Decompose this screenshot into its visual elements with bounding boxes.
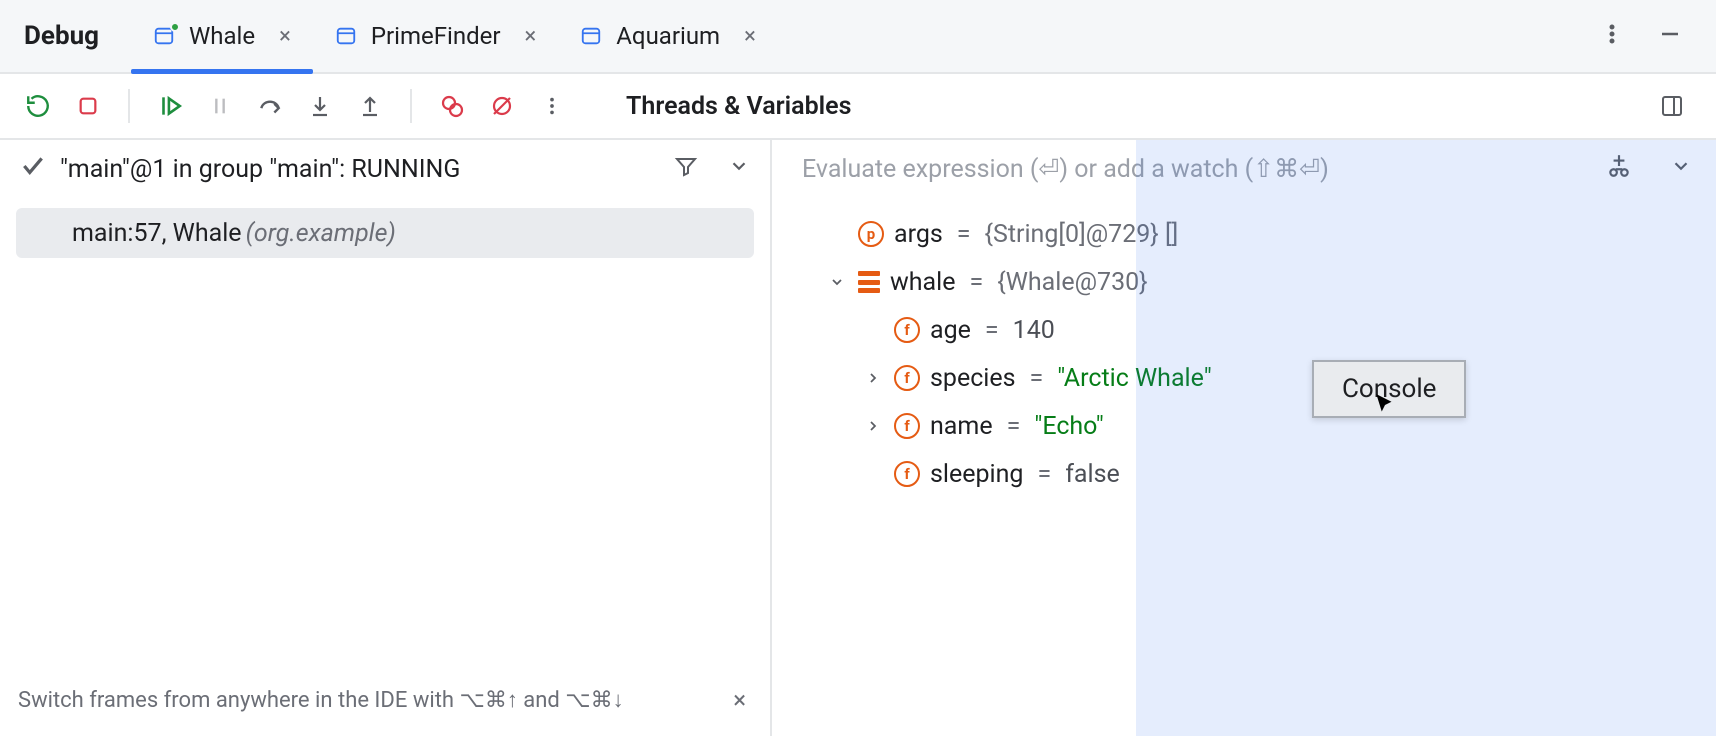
variable-value: "Arctic Whale" [1057, 364, 1211, 393]
pause-button[interactable] [200, 86, 240, 126]
frame-location: main:57, Whale [72, 219, 242, 248]
variable-row[interactable]: fname = "Echo" [792, 402, 1716, 450]
field-icon: f [894, 461, 920, 487]
step-into-button[interactable] [300, 86, 340, 126]
minimize-icon[interactable] [1658, 22, 1682, 50]
evaluate-expression-row[interactable]: Evaluate expression (⏎) or add a watch (… [772, 140, 1716, 198]
variable-row[interactable]: f sleeping = false [792, 450, 1716, 498]
run-tab-whale[interactable]: Whale × [131, 0, 313, 72]
variable-name: age [930, 316, 971, 345]
equals-sign: = [1030, 364, 1044, 393]
field-icon: f [894, 317, 920, 343]
variable-name: whale [890, 268, 956, 297]
variables-tree: pargs = {String[0]@729} []whale = {Whale… [772, 198, 1716, 498]
drag-label: Console [1342, 374, 1436, 404]
variable-value: {Whale@730} [997, 268, 1147, 297]
more-options-icon[interactable] [1600, 22, 1624, 50]
view-breakpoints-button[interactable] [432, 86, 472, 126]
separator [410, 89, 412, 123]
thread-selector[interactable]: "main"@1 in group "main": RUNNING [0, 140, 770, 198]
tip-banner: Switch frames from anywhere in the IDE w… [18, 680, 752, 720]
parameter-icon: p [858, 221, 884, 247]
resume-button[interactable] [150, 86, 190, 126]
variables-panel: Evaluate expression (⏎) or add a watch (… [772, 140, 1716, 736]
evaluate-placeholder: Evaluate expression (⏎) or add a watch (… [802, 154, 1329, 184]
stop-button[interactable] [68, 86, 108, 126]
equals-sign: = [1037, 460, 1051, 489]
variable-value: 140 [1013, 316, 1055, 345]
rerun-button[interactable] [18, 86, 58, 126]
variable-name: args [894, 220, 943, 249]
close-icon[interactable]: × [269, 24, 291, 49]
run-tab-aquarium[interactable]: Aquarium × [558, 0, 778, 72]
variable-value: {String[0]@729} [] [985, 220, 1179, 249]
chevron-right-icon[interactable] [862, 418, 884, 434]
frame-package: (org.example) [246, 219, 396, 248]
step-over-button[interactable] [250, 86, 290, 126]
variable-value: false [1065, 460, 1120, 489]
add-watch-icon[interactable] [1606, 153, 1632, 186]
run-config-icon [153, 25, 175, 47]
debug-body: "main"@1 in group "main": RUNNING main:5… [0, 140, 1716, 736]
close-icon[interactable]: × [734, 24, 756, 49]
tab-label: Whale [189, 22, 255, 50]
chevron-down-icon[interactable] [1670, 155, 1692, 184]
equals-sign: = [970, 268, 984, 297]
layout-settings-button[interactable] [1652, 86, 1692, 126]
variable-name: sleeping [930, 460, 1023, 489]
chevron-right-icon[interactable] [862, 370, 884, 386]
chevron-down-icon[interactable] [826, 274, 848, 290]
variable-row[interactable]: whale = {Whale@730} [792, 258, 1716, 306]
variable-row[interactable]: fage = 140 [792, 306, 1716, 354]
equals-sign: = [957, 220, 971, 249]
running-badge-icon [170, 22, 180, 32]
close-icon[interactable]: × [727, 680, 752, 720]
run-tab-primefinder[interactable]: PrimeFinder × [313, 0, 558, 72]
equals-sign: = [1007, 412, 1021, 441]
thread-label: "main"@1 in group "main": RUNNING [60, 155, 460, 184]
separator [128, 89, 130, 123]
variable-row[interactable]: f species = "Arctic Whale" [792, 354, 1716, 402]
debug-toolbar: Threads & Variables [0, 74, 1716, 140]
tool-window-title: Debug [0, 0, 131, 72]
frames-panel: "main"@1 in group "main": RUNNING main:5… [0, 140, 772, 736]
run-config-icon [335, 25, 357, 47]
object-icon [858, 271, 880, 293]
variable-value: "Echo" [1034, 412, 1103, 441]
mute-breakpoints-button[interactable] [482, 86, 522, 126]
close-icon[interactable]: × [515, 24, 537, 49]
equals-sign: = [985, 316, 999, 345]
stack-frame-row[interactable]: main:57, Whale (org.example) [16, 208, 754, 258]
field-icon: f [894, 365, 920, 391]
toolbar-more-icon[interactable] [532, 86, 572, 126]
tab-label: PrimeFinder [371, 22, 501, 50]
run-config-icon [580, 25, 602, 47]
tab-label: Aquarium [616, 22, 720, 50]
variable-name: name [930, 412, 993, 441]
chevron-down-icon[interactable] [728, 155, 750, 184]
tip-text: Switch frames from anywhere in the IDE w… [18, 687, 624, 713]
filter-icon[interactable] [674, 154, 698, 185]
variable-name: species [930, 364, 1016, 393]
variable-row[interactable]: pargs = {String[0]@729} [] [792, 210, 1716, 258]
check-icon [20, 153, 46, 186]
step-out-button[interactable] [350, 86, 390, 126]
panel-title: Threads & Variables [626, 92, 851, 121]
console-tab-drag-preview[interactable]: Console [1312, 360, 1466, 418]
debug-tabbar: Debug Whale × PrimeFinder × Aquarium × [0, 0, 1716, 74]
field-icon: f [894, 413, 920, 439]
